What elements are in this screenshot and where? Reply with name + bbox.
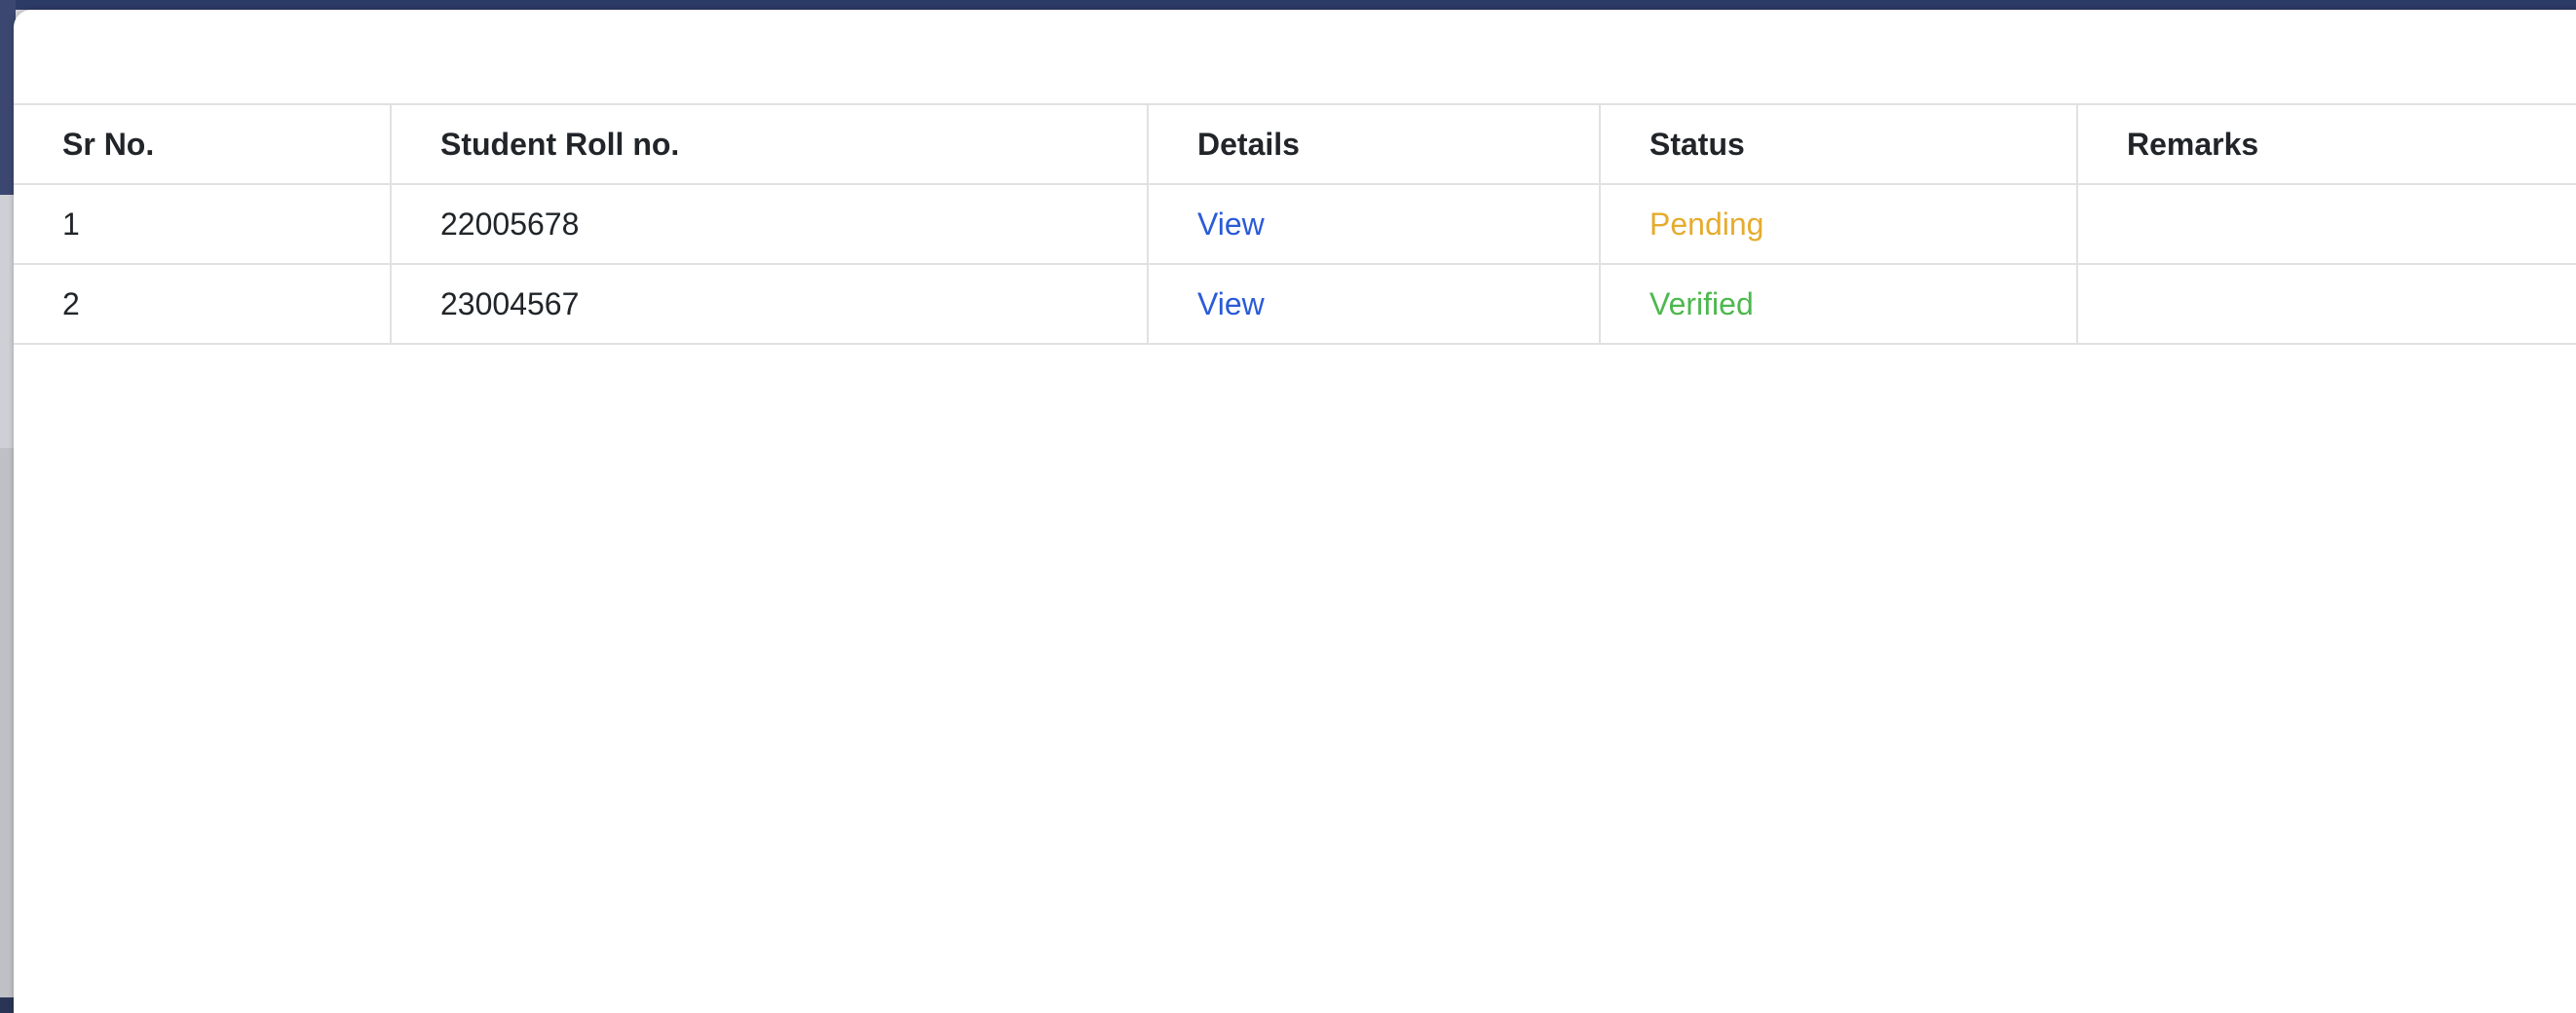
details-cell: View: [1148, 264, 1601, 345]
column-header-remarks: Remarks: [2077, 105, 2576, 185]
student-records-table: Sr No. Student Roll no. Details Status R…: [14, 105, 2576, 345]
table-header: Sr No. Student Roll no. Details Status R…: [14, 105, 2576, 185]
view-details-link[interactable]: View: [1197, 286, 1265, 321]
status-pending-text: Pending: [1649, 206, 1764, 242]
view-details-link[interactable]: View: [1197, 206, 1265, 242]
status-verified-text: Verified: [1649, 285, 1754, 321]
column-header-details: Details: [1148, 105, 1601, 185]
table-body: 1 22005678 View Pending 2 23004567 View …: [14, 184, 2576, 345]
remarks-cell: [2077, 264, 2576, 345]
column-header-status: Status: [1600, 105, 2078, 185]
modal-dialog: Sr No. Student Roll no. Details Status R…: [14, 10, 2576, 1013]
column-header-sr-no: Sr No.: [14, 105, 392, 185]
table-header-row: Sr No. Student Roll no. Details Status R…: [14, 105, 2576, 185]
table-row: 2 23004567 View Verified: [14, 264, 2576, 345]
details-cell: View: [1148, 184, 1601, 265]
table-row: 1 22005678 View Pending: [14, 184, 2576, 265]
remarks-cell: [2077, 184, 2576, 265]
roll-no-cell: 23004567: [391, 264, 1149, 345]
column-header-roll-no: Student Roll no.: [391, 105, 1149, 185]
modal-header: [14, 10, 2576, 105]
status-cell: Verified: [1600, 264, 2078, 345]
status-cell: Pending: [1600, 184, 2078, 265]
sr-no-cell: 1: [14, 184, 392, 265]
sr-no-cell: 2: [14, 264, 392, 345]
roll-no-cell: 22005678: [391, 184, 1149, 265]
